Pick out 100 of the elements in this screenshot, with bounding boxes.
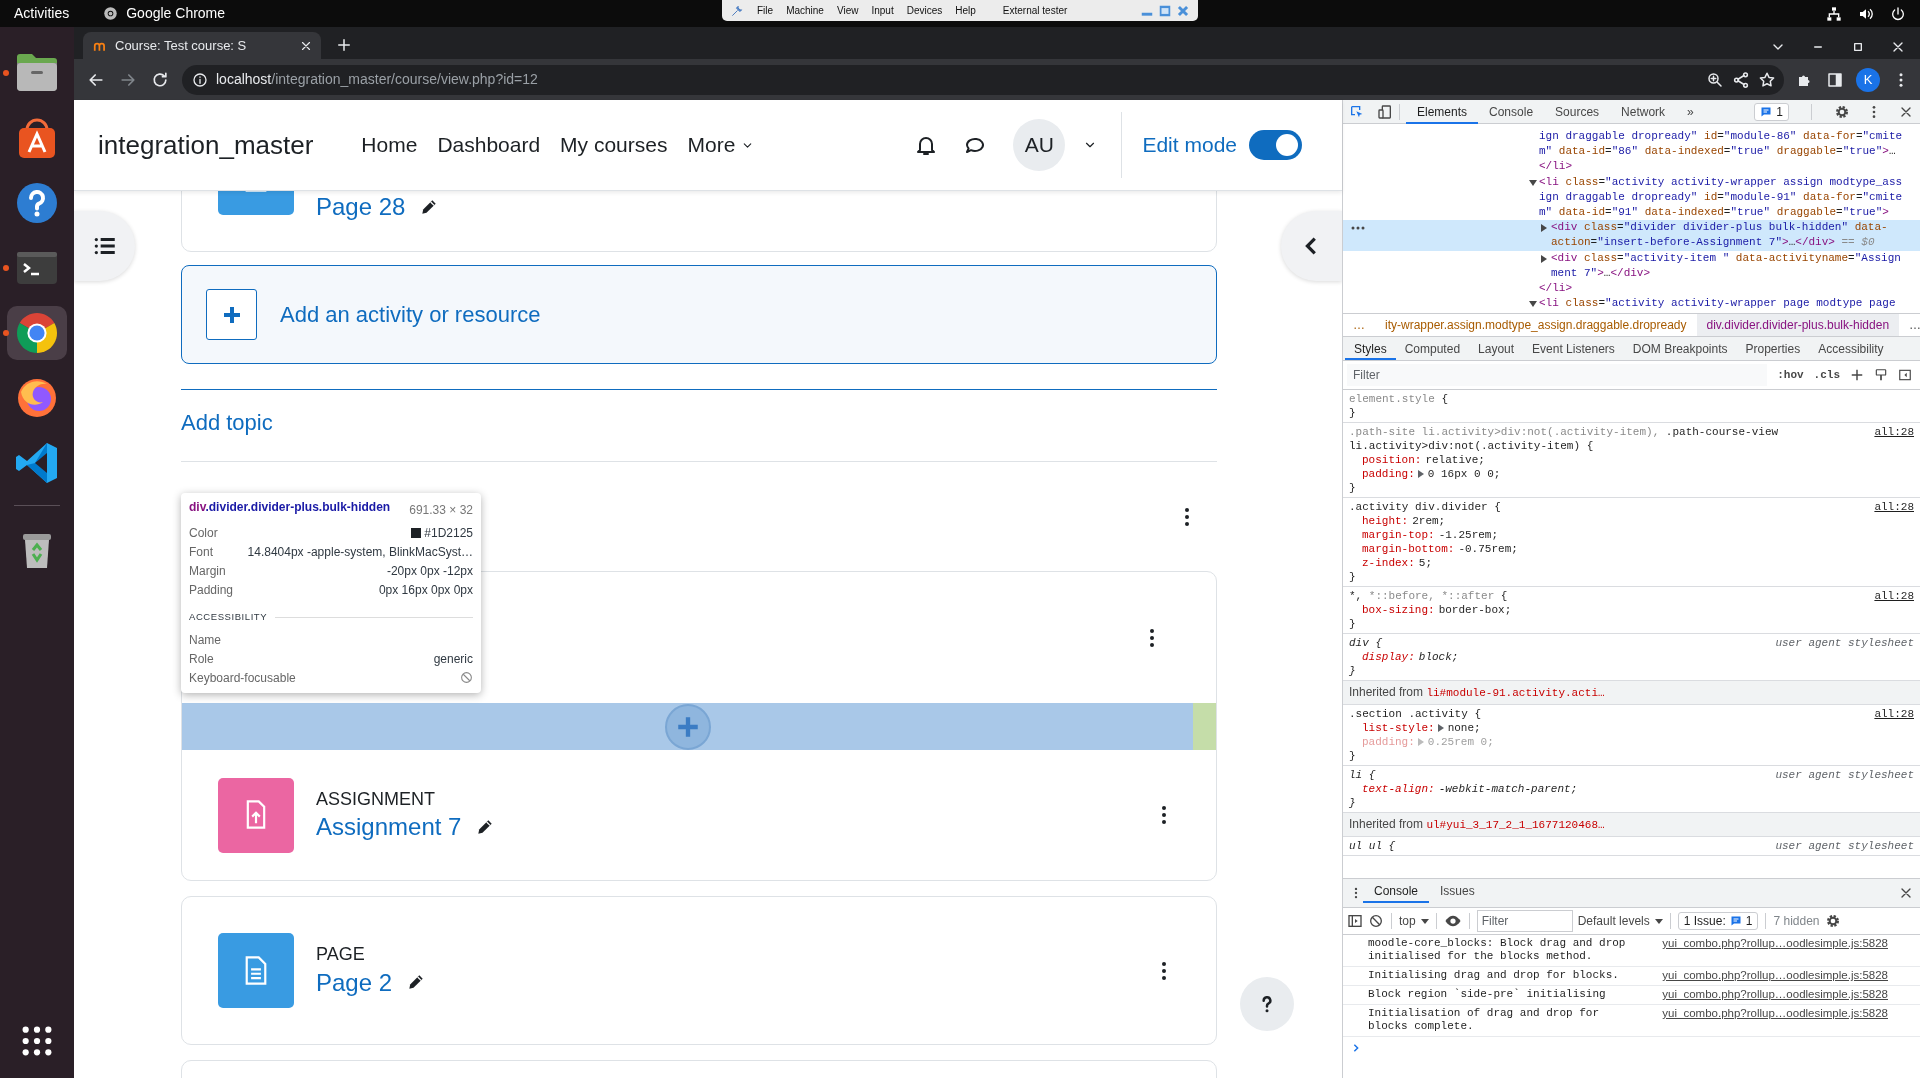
panel-tab[interactable]: Network: [1610, 99, 1677, 124]
panel-tab[interactable]: Styles: [1345, 337, 1396, 360]
panel-tab[interactable]: Layout: [1469, 337, 1524, 360]
class-toggle[interactable]: .cls: [1813, 366, 1840, 384]
more-tabs-button[interactable]: »: [1676, 99, 1705, 124]
issues-button[interactable]: 1 Issue: 1: [1677, 912, 1759, 930]
panel-tab[interactable]: Elements: [1406, 99, 1479, 124]
nav-link[interactable]: Home: [351, 129, 428, 161]
activity-link[interactable]: Assignment 7: [316, 811, 462, 843]
nav-link[interactable]: More: [677, 129, 765, 161]
property-label: Role: [189, 650, 214, 668]
context-select[interactable]: top: [1399, 912, 1429, 930]
property-name[interactable]: padding:: [1362, 467, 1415, 481]
property-name[interactable]: height:: [1362, 514, 1409, 528]
breadcrumb[interactable]: ity-wrapper.assign.modtype_assign.draggable.dropready: [1375, 314, 1697, 336]
activity-link[interactable]: Page 28: [316, 191, 406, 223]
property-name[interactable]: position:: [1362, 453, 1422, 467]
breadcrumb[interactable]: div.divider.divider-plus.bulk-hidden: [1696, 314, 1900, 336]
hidden-count: 7 hidden: [1773, 913, 1820, 930]
stylesheet-link[interactable]: all:28: [1874, 500, 1914, 514]
add-activity-link[interactable]: Add an activity or resource: [280, 298, 541, 331]
stylesheet-link[interactable]: all:28: [1874, 707, 1914, 721]
property-label: Color: [189, 524, 218, 542]
stylesheet-link[interactable]: all:28: [1874, 425, 1914, 439]
property-name[interactable]: margin-top:: [1362, 528, 1435, 542]
panel-tab[interactable]: Console: [1478, 99, 1545, 124]
property-value[interactable]: none;: [1447, 721, 1481, 735]
inherited-heading: Inherited from li#module-91.activity.acti…: [1343, 681, 1920, 705]
breadcrumb-overflow[interactable]: …: [1343, 314, 1375, 336]
filter-field[interactable]: Filter: [1347, 364, 1768, 386]
user-avatar[interactable]: AU: [1013, 119, 1066, 171]
element-selector: div.divider.divider-plus.bulk-hidden: [189, 501, 392, 515]
source-link[interactable]: yui_combo.php?rollup…oodlesimple.js:5828: [1662, 1007, 1888, 1020]
state-toggle[interactable]: :hov: [1777, 366, 1804, 384]
property-name[interactable]: z-index:: [1362, 556, 1415, 570]
issues-button[interactable]: 1: [1754, 102, 1789, 121]
activity-type: ASSIGNMENT: [316, 787, 436, 811]
code-line: ign draggable dropready" id="module-91" data-for="cmite: [1539, 189, 1903, 205]
menu-item[interactable]: Input: [871, 3, 894, 18]
panel-tab[interactable]: Sources: [1544, 99, 1611, 124]
browser-tab[interactable]: Course: Test course: S: [83, 32, 321, 59]
breadcrumb-overflow[interactable]: …: [1899, 314, 1920, 336]
menu-item[interactable]: Machine: [786, 3, 824, 18]
code-line: m" data-id="86" data-indexed="true" draggable="true">…: [1539, 144, 1896, 160]
source-link[interactable]: yui_combo.php?rollup…oodlesimple.js:5828: [1662, 969, 1888, 982]
drawer-tab[interactable]: Issues: [1429, 879, 1486, 903]
css-selector: div {: [1349, 636, 1383, 650]
nav-link[interactable]: Dashboard: [427, 129, 551, 161]
property-name[interactable]: list-style:: [1362, 721, 1435, 735]
property-label: Padding: [189, 581, 234, 599]
property-value[interactable]: -1.25rem;: [1438, 528, 1499, 542]
property-name[interactable]: text-align:: [1362, 782, 1435, 796]
panel-tab[interactable]: Accessibility: [1809, 337, 1893, 360]
property-value[interactable]: -webkit-match-parent;: [1438, 782, 1578, 796]
panel-tab[interactable]: Event Listeners: [1523, 337, 1624, 360]
activities-button[interactable]: Activities: [14, 3, 70, 24]
site-name[interactable]: integration_master: [98, 125, 314, 165]
closing-brace: }: [1349, 617, 1357, 631]
property-value[interactable]: 0 16px 0 0;: [1427, 467, 1501, 481]
console-message: Block region `side-pre` initialising: [1368, 988, 1607, 1001]
property-name[interactable]: box-sizing:: [1362, 603, 1435, 617]
property-value[interactable]: 5;: [1418, 556, 1432, 570]
property-value[interactable]: block;: [1418, 650, 1459, 664]
console-message: moodle-core_blocks: Block drag and drop initialised for the blocks method.: [1368, 937, 1626, 963]
property-name[interactable]: margin-bottom:: [1362, 542, 1455, 556]
stylesheet-link[interactable]: all:28: [1874, 589, 1914, 603]
source-link[interactable]: yui_combo.php?rollup…oodlesimple.js:5828: [1662, 937, 1888, 950]
menu-item[interactable]: View: [836, 3, 859, 18]
app-name: Google Chrome: [126, 4, 226, 23]
menu-item[interactable]: Help: [955, 3, 976, 18]
source-link[interactable]: yui_combo.php?rollup…oodlesimple.js:5828: [1662, 988, 1888, 1001]
property-label: Keyboard-focusable: [189, 669, 296, 687]
menu-item[interactable]: File: [757, 3, 774, 18]
property-value[interactable]: border-box;: [1438, 603, 1512, 617]
property-value[interactable]: 2rem;: [1412, 514, 1446, 528]
property-name[interactable]: display:: [1362, 650, 1415, 664]
levels-select[interactable]: Default levels: [1577, 912, 1663, 930]
section-heading: ACCESSIBILITY: [189, 610, 473, 625]
property-value[interactable]: -0.75rem;: [1458, 542, 1518, 556]
panel-tab[interactable]: Computed: [1395, 337, 1470, 360]
filter-field[interactable]: Filter: [1476, 910, 1573, 932]
code-line: </li>: [1539, 281, 1572, 297]
closing-brace: }: [1349, 664, 1357, 678]
drawer-tab[interactable]: Console: [1363, 879, 1430, 903]
address-bar[interactable]: localhost/integration_master/course/view.php?id=12: [182, 64, 1784, 95]
menu-item[interactable]: Devices: [906, 3, 943, 18]
profile-avatar[interactable]: K: [1856, 67, 1880, 92]
panel-tab[interactable]: Properties: [1736, 337, 1810, 360]
panel-tab[interactable]: DOM Breakpoints: [1623, 337, 1737, 360]
source-label: user agent stylesheet: [1775, 839, 1914, 853]
add-topic-link[interactable]: Add topic: [181, 406, 273, 439]
closing-brace: }: [1349, 749, 1357, 763]
activity-link[interactable]: Page 2: [316, 966, 393, 998]
code-line: ign draggable dropready" id="module-86" data-for="cmite: [1539, 129, 1903, 144]
closing-brace: }: [1349, 406, 1357, 420]
code-line: <li class="activity activity-wrapper page modtype page: [1539, 296, 1896, 312]
code-line: ment 7">…</div>: [1551, 265, 1651, 281]
nav-link[interactable]: My courses: [550, 129, 678, 161]
activity-type: PAGE: [316, 943, 366, 967]
property-value[interactable]: relative;: [1425, 453, 1485, 467]
